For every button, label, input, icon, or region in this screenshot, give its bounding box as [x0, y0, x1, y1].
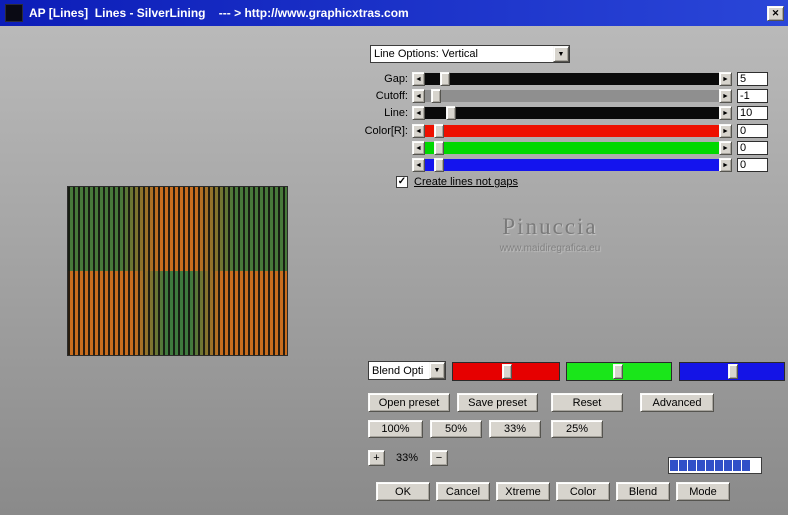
watermark-site: www.maidiregrafica.eu — [455, 243, 645, 254]
gap-value-input[interactable] — [737, 72, 768, 86]
line-value-input[interactable] — [737, 106, 768, 120]
blend-options-dropdown[interactable]: Blend Opti ▼ — [368, 361, 446, 380]
blend-options-dropdown-button[interactable]: ▼ — [429, 362, 445, 379]
create-lines-checkbox[interactable]: ✓ — [396, 176, 408, 188]
right-arrow-icon[interactable]: ► — [719, 158, 732, 172]
color-b-value-input[interactable] — [737, 158, 768, 172]
close-button[interactable]: ✕ — [767, 6, 784, 21]
line-options-dropdown[interactable]: Line Options: Vertical ▼ — [370, 45, 570, 63]
gap-track[interactable] — [425, 73, 719, 85]
color-b-slider[interactable]: ◄ ► — [412, 158, 732, 172]
zoom-level-value: 33% — [388, 452, 426, 464]
reset-button[interactable]: Reset — [551, 393, 623, 412]
save-preset-button[interactable]: Save preset — [457, 393, 538, 412]
red-channel-thumb[interactable] — [502, 364, 512, 379]
color-g-slider[interactable]: ◄ ► — [412, 141, 732, 155]
line-slider[interactable]: ◄ ► — [412, 106, 732, 120]
xtreme-button[interactable]: Xtreme — [496, 482, 550, 501]
color-r-track[interactable] — [425, 125, 719, 137]
slider-row-gap: Gap: ◄ ► — [346, 72, 769, 86]
cutoff-thumb[interactable] — [431, 89, 441, 103]
green-channel-thumb[interactable] — [613, 364, 623, 379]
left-arrow-icon[interactable]: ◄ — [412, 106, 425, 120]
cancel-button[interactable]: Cancel — [436, 482, 490, 501]
left-arrow-icon[interactable]: ◄ — [412, 124, 425, 138]
progress-bar — [668, 457, 762, 474]
blue-channel-thumb[interactable] — [728, 364, 738, 379]
color-r-slider[interactable]: ◄ ► — [412, 124, 732, 138]
color-b-thumb[interactable] — [434, 158, 444, 172]
gap-slider[interactable]: ◄ ► — [412, 72, 732, 86]
zoom-33-button[interactable]: 33% — [489, 420, 541, 438]
left-arrow-icon[interactable]: ◄ — [412, 141, 425, 155]
advanced-button[interactable]: Advanced — [640, 393, 714, 412]
right-arrow-icon[interactable]: ► — [719, 89, 732, 103]
titlebar[interactable]: AP [Lines] Lines - SilverLining --- > ht… — [0, 0, 788, 26]
color-b-track[interactable] — [425, 159, 719, 171]
left-arrow-icon[interactable]: ◄ — [412, 72, 425, 86]
close-icon: ✕ — [772, 8, 780, 19]
right-arrow-icon[interactable]: ► — [719, 141, 732, 155]
cutoff-label: Cutoff: — [346, 90, 412, 102]
window-title: AP [Lines] Lines - SilverLining --- > ht… — [29, 6, 767, 20]
gap-thumb[interactable] — [440, 72, 450, 86]
line-options-dropdown-button[interactable]: ▼ — [553, 46, 569, 62]
color-button[interactable]: Color — [556, 482, 610, 501]
color-g-track[interactable] — [425, 142, 719, 154]
color-r-value-input[interactable] — [737, 124, 768, 138]
left-arrow-icon[interactable]: ◄ — [412, 89, 425, 103]
mode-button[interactable]: Mode — [676, 482, 730, 501]
right-arrow-icon[interactable]: ► — [719, 72, 732, 86]
color-r-label: Color[R]: — [346, 125, 412, 137]
create-lines-label: Create lines not gaps — [414, 176, 518, 188]
plugin-window: AP [Lines] Lines - SilverLining --- > ht… — [0, 0, 788, 515]
slider-row-color-r: Color[R]: ◄ ► — [346, 124, 769, 138]
slider-row-cutoff: Cutoff: ◄ ► — [346, 89, 769, 103]
line-label: Line: — [346, 107, 412, 119]
line-track[interactable] — [425, 107, 719, 119]
slider-row-color-b: ◄ ► — [346, 158, 769, 172]
zoom-50-button[interactable]: 50% — [430, 420, 482, 438]
right-arrow-icon[interactable]: ► — [719, 124, 732, 138]
preview-image — [67, 186, 288, 356]
zoom-out-button[interactable]: − — [430, 450, 448, 466]
blue-channel-slider[interactable] — [679, 362, 785, 381]
blend-button[interactable]: Blend — [616, 482, 670, 501]
watermark-name: Pinuccia — [455, 214, 645, 240]
cutoff-value-input[interactable] — [737, 89, 768, 103]
right-arrow-icon[interactable]: ► — [719, 106, 732, 120]
cutoff-slider[interactable]: ◄ ► — [412, 89, 732, 103]
cutoff-track[interactable] — [425, 90, 719, 102]
line-options-selected: Line Options: Vertical — [371, 48, 553, 60]
color-r-thumb[interactable] — [434, 124, 444, 138]
zoom-in-button[interactable]: + — [368, 450, 385, 466]
zoom-100-button[interactable]: 100% — [368, 420, 423, 438]
line-thumb[interactable] — [446, 106, 456, 120]
gap-label: Gap: — [346, 73, 412, 85]
green-channel-slider[interactable] — [566, 362, 672, 381]
check-icon: ✓ — [398, 176, 406, 187]
chevron-down-icon: ▼ — [434, 367, 441, 374]
zoom-25-button[interactable]: 25% — [551, 420, 603, 438]
slider-row-line: Line: ◄ ► — [346, 106, 769, 120]
red-channel-slider[interactable] — [452, 362, 560, 381]
ok-button[interactable]: OK — [376, 482, 430, 501]
app-icon[interactable] — [5, 4, 23, 22]
chevron-down-icon: ▼ — [558, 51, 565, 58]
left-arrow-icon[interactable]: ◄ — [412, 158, 425, 172]
slider-row-color-g: ◄ ► — [346, 141, 769, 155]
color-g-thumb[interactable] — [434, 141, 444, 155]
color-g-value-input[interactable] — [737, 141, 768, 155]
open-preset-button[interactable]: Open preset — [368, 393, 450, 412]
blend-options-selected: Blend Opti — [369, 365, 429, 377]
